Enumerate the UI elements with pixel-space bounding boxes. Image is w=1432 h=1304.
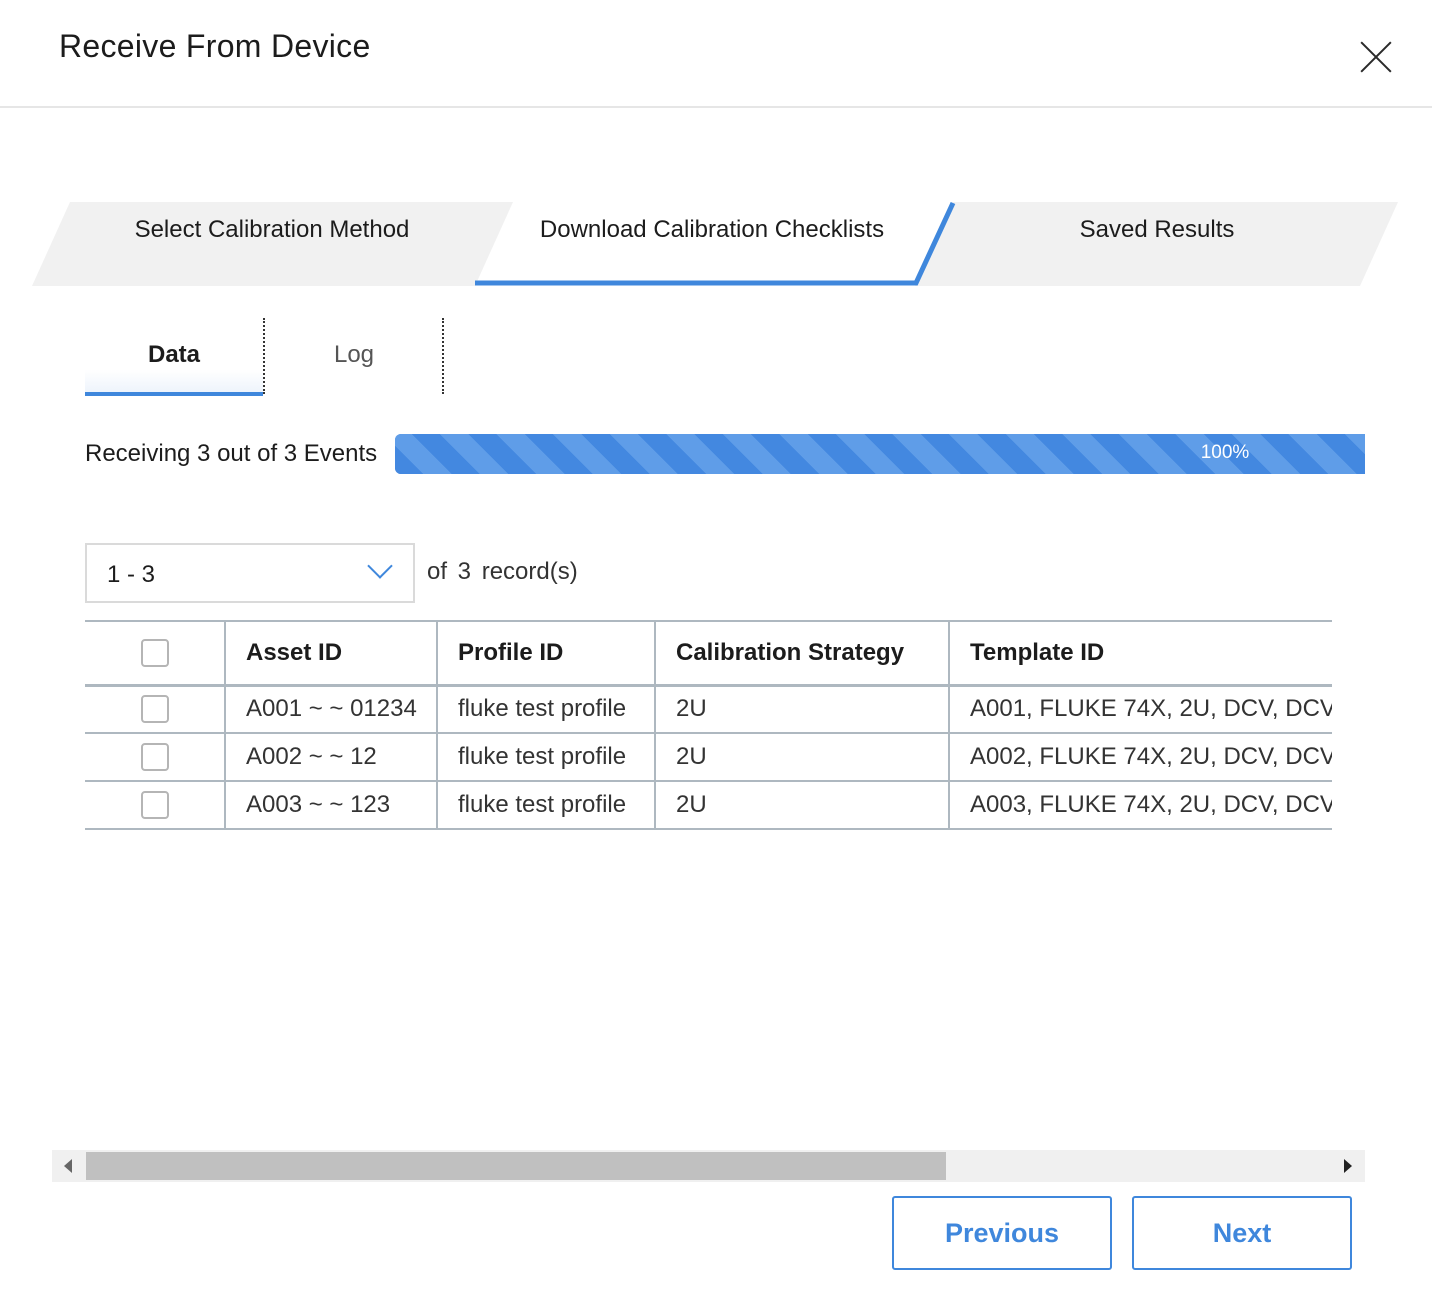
table-row[interactable]: A002 ~ ~ 12 fluke test profile 2U A002, … [85,733,1332,781]
table-header-row: Asset ID Profile ID Calibration Strategy… [85,621,1332,685]
table-row[interactable]: A001 ~ ~ 01234 fluke test profile 2U A00… [85,685,1332,733]
row-checkbox[interactable] [140,695,169,724]
previous-button[interactable]: Previous [892,1196,1112,1270]
close-icon[interactable] [1356,36,1396,76]
row-select-cell [85,733,225,781]
column-header-asset-id[interactable]: Asset ID [224,621,437,685]
scroll-right-arrow-icon[interactable] [1344,1159,1352,1173]
cell-profile-id: fluke test profile [436,781,655,829]
dialog-header: Receive From Device [0,0,1432,108]
step-saved-results[interactable]: Saved Results [957,216,1357,244]
row-checkbox[interactable] [140,743,169,771]
chevron-down-icon [367,553,393,579]
row-select-cell [85,781,225,829]
step-3-shape [915,202,1398,286]
scroll-left-arrow-icon[interactable] [64,1159,72,1173]
progress-percent: 100% [1200,442,1250,463]
cell-asset-id: A001 ~ ~ 01234 [224,685,437,733]
cell-asset-id: A003 ~ ~ 123 [224,781,437,829]
page-range-value: 1 - 3 [107,561,156,588]
step-1-shape [32,202,513,286]
column-header-profile-id[interactable]: Profile ID [436,621,655,685]
subtabs: Data Log [84,318,446,396]
cell-strategy: 2U [654,781,949,829]
cell-profile-id: fluke test profile [436,733,655,781]
row-checkbox[interactable] [140,791,169,819]
cell-strategy: 2U [654,733,949,781]
next-button[interactable]: Next [1132,1196,1352,1270]
cell-profile-id: fluke test profile [436,685,655,733]
tab-divider [442,318,444,394]
column-header-template-id[interactable]: Template ID [948,621,1332,685]
table-row[interactable]: A003 ~ ~ 123 fluke test profile 2U A003,… [85,781,1332,829]
progress-label: Receiving 3 out of 3 Events [85,440,378,467]
records-table: Asset ID Profile ID Calibration Strategy… [85,620,1332,830]
tab-data[interactable]: Data [85,318,263,396]
horizontal-scrollbar[interactable] [52,1150,1365,1182]
scrollbar-thumb[interactable] [86,1152,946,1180]
cell-template-id: A001, FLUKE 74X, 2U, DCV, DCV [948,685,1332,733]
cell-asset-id: A002 ~ ~ 12 [224,733,437,781]
step-select-calibration-method[interactable]: Select Calibration Method [72,216,472,244]
wizard-stepper: Select Calibration Method Download Calib… [32,202,1400,288]
select-all-checkbox[interactable] [140,638,169,667]
step-download-calibration-checklists[interactable]: Download Calibration Checklists [512,216,912,244]
select-all-cell [85,621,225,685]
cell-strategy: 2U [654,685,949,733]
stepper-shapes [32,202,1398,286]
cell-template-id: A003, FLUKE 74X, 2U, DCV, DCV [948,781,1332,829]
dialog-title: Receive From Device [59,28,371,64]
page-range-select[interactable]: 1 - 3 [85,543,415,603]
record-count: of 3 record(s) [427,558,578,585]
cell-template-id: A002, FLUKE 74X, 2U, DCV, DCV [948,733,1332,781]
row-select-cell [85,685,225,733]
column-header-calibration-strategy[interactable]: Calibration Strategy [654,621,949,685]
tab-log[interactable]: Log [265,318,443,392]
